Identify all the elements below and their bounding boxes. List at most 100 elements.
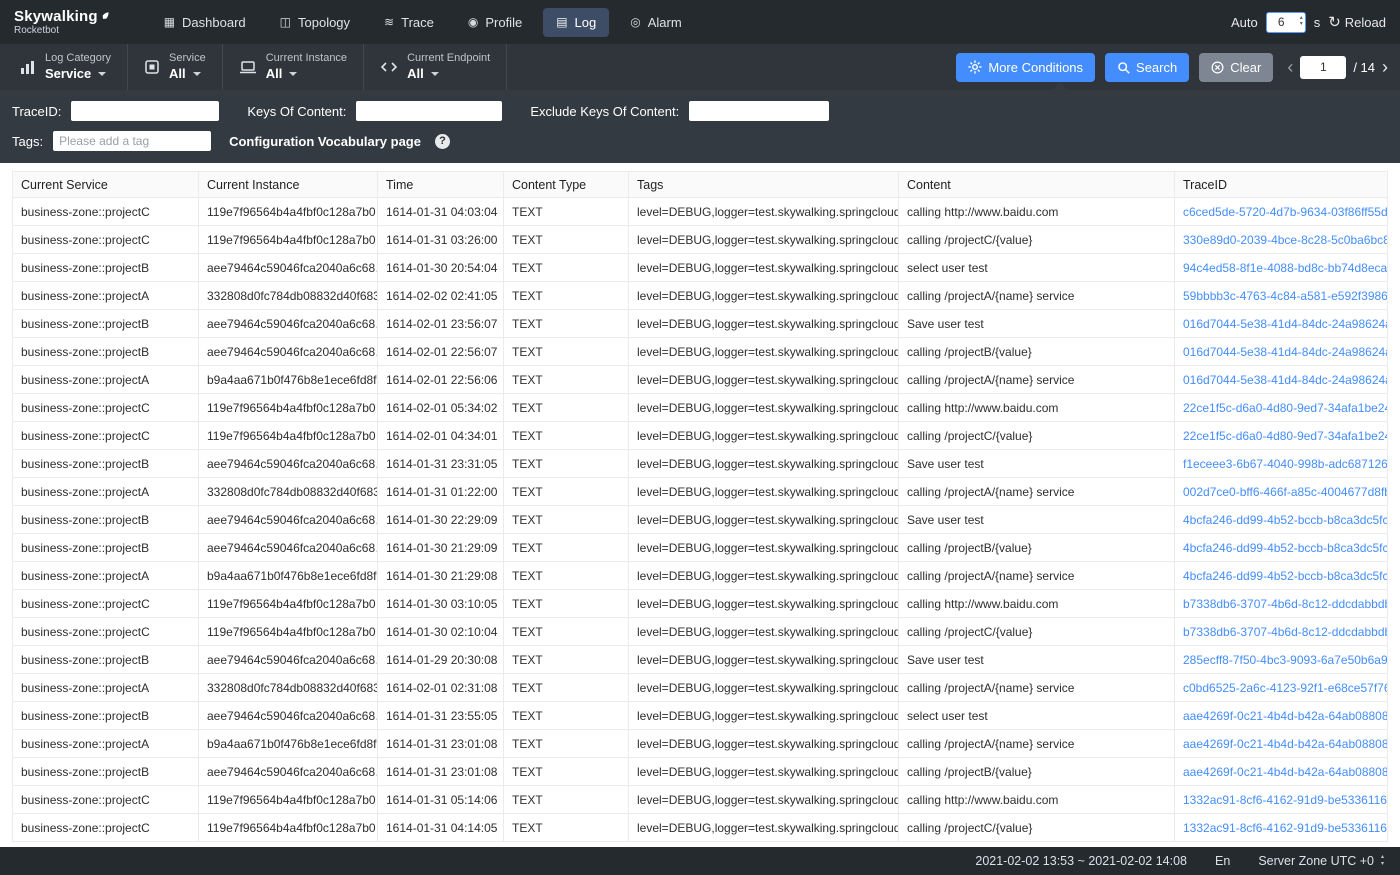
nav-item-topology[interactable]: ◫Topology (267, 8, 363, 37)
page-number-input[interactable] (1300, 56, 1346, 79)
nav-item-alarm[interactable]: ◎Alarm (617, 8, 694, 37)
nav-item-profile[interactable]: ◉Profile (455, 8, 535, 37)
skywalking-logo[interactable]: Skywalking Rocketbot (14, 8, 109, 37)
filter-row-tags: Tags: Configuration Vocabulary page ? (12, 131, 1388, 151)
traceid-cell[interactable]: 1332ac91-8cf6-4162-91d9-be53361168a9 (1175, 786, 1388, 814)
table-row: business-zone::projectC119e7f96564b4a4fb… (13, 394, 1388, 422)
prev-page-button[interactable]: ‹ (1287, 58, 1293, 76)
instance-cell: b9a4aa671b0f476b8e1ece6fd8f… (199, 366, 378, 394)
traceid-cell[interactable]: b7338db6-3707-4b6d-8c12-ddcdabbdb45a (1175, 618, 1388, 646)
language-toggle[interactable]: En (1215, 854, 1230, 868)
time-cell: 1614-02-02 02:41:05 (378, 282, 504, 310)
exclude-keys-input[interactable] (689, 101, 829, 121)
nav-item-dashboard[interactable]: ▦Dashboard (151, 8, 259, 37)
nav-item-label: Log (575, 15, 597, 30)
content-cell: Save user test (899, 646, 1175, 674)
traceid-cell[interactable]: aae4269f-0c21-4b4d-b42a-64ab08808ac8 (1175, 702, 1388, 730)
keys-of-content-input[interactable] (356, 101, 502, 121)
time-cell: 1614-01-30 02:10:04 (378, 618, 504, 646)
traceid-cell[interactable]: 59bbbb3c-4763-4c84-a581-e592f39865bd (1175, 282, 1388, 310)
instance-cell: aee79464c59046fca2040a6c68… (199, 534, 378, 562)
tags-cell: level=DEBUG,logger=test.skywalking.sprin… (629, 366, 899, 394)
traceid-cell[interactable]: 1332ac91-8cf6-4162-91d9-be53361168a9 (1175, 814, 1388, 842)
traceid-cell[interactable]: 285ecff8-7f50-4bc3-9093-6a7e50b6a9a3 (1175, 646, 1388, 674)
time-range-picker[interactable]: 2021-02-02 13:53 ~ 2021-02-02 14:08 (975, 854, 1187, 868)
logo-title: Skywalking (14, 8, 98, 25)
auto-stepper-icon[interactable]: ▴▾ (1300, 15, 1303, 29)
instance-cell: aee79464c59046fca2040a6c68… (199, 646, 378, 674)
time-cell: 1614-01-31 23:01:08 (378, 758, 504, 786)
content-type-cell: TEXT (504, 562, 629, 590)
tags-cell: level=DEBUG,logger=test.skywalking.sprin… (629, 590, 899, 618)
tags-cell: level=DEBUG,logger=test.skywalking.sprin… (629, 450, 899, 478)
traceid-cell[interactable]: 4bcfa246-dd99-4b52-bccb-b8ca3dc5fc94 (1175, 534, 1388, 562)
reload-label: Reload (1345, 15, 1386, 30)
next-page-button[interactable]: › (1382, 58, 1388, 76)
table-row: business-zone::projectAb9a4aa671b0f476b8… (13, 366, 1388, 394)
col-current-service: Current Service (13, 172, 199, 198)
tags-cell: level=DEBUG,logger=test.skywalking.sprin… (629, 646, 899, 674)
tags-cell: level=DEBUG,logger=test.skywalking.sprin… (629, 478, 899, 506)
time-cell: 1614-01-30 21:29:09 (378, 534, 504, 562)
traceid-cell[interactable]: c6ced5de-5720-4d7b-9634-03f86ff55d30 (1175, 198, 1388, 226)
reload-icon: ↻ (1328, 13, 1341, 31)
traceid-cell[interactable]: 22ce1f5c-d6a0-4d80-9ed7-34afa1be2490 (1175, 394, 1388, 422)
traceid-cell[interactable]: aae4269f-0c21-4b4d-b42a-64ab08808ac8 (1175, 730, 1388, 758)
help-icon[interactable]: ? (435, 134, 450, 149)
table-row: business-zone::projectAb9a4aa671b0f476b8… (13, 730, 1388, 758)
tags-cell: level=DEBUG,logger=test.skywalking.sprin… (629, 338, 899, 366)
content-type-cell: TEXT (504, 730, 629, 758)
content-type-cell: TEXT (504, 422, 629, 450)
tags-cell: level=DEBUG,logger=test.skywalking.sprin… (629, 422, 899, 450)
traceid-cell[interactable]: aae4269f-0c21-4b4d-b42a-64ab08808ac8 (1175, 758, 1388, 786)
nav-item-trace[interactable]: ≋Trace (371, 8, 447, 37)
service-cell: business-zone::projectA (13, 730, 199, 758)
traceid-input[interactable] (71, 101, 219, 121)
reload-button[interactable]: ↻ Reload (1328, 13, 1386, 31)
selector-value: All (169, 66, 186, 82)
clear-button[interactable]: Clear (1199, 53, 1273, 82)
server-zone-control[interactable]: Server Zone UTC +0 ▴▾ (1258, 854, 1384, 868)
content-type-cell: TEXT (504, 254, 629, 282)
vocabulary-link[interactable]: Configuration Vocabulary page (229, 134, 421, 149)
instance-cell: 332808d0fc784db08832d40f683… (199, 478, 378, 506)
nav-item-label: Trace (401, 15, 434, 30)
traceid-cell[interactable]: 4bcfa246-dd99-4b52-bccb-b8ca3dc5fc94 (1175, 562, 1388, 590)
instance-cell: 332808d0fc784db08832d40f683… (199, 282, 378, 310)
traceid-cell[interactable]: c0bd6525-2a6c-4123-92f1-e68ce57f767d (1175, 674, 1388, 702)
selector-service[interactable]: ServiceAll (128, 44, 223, 90)
content-type-cell: TEXT (504, 478, 629, 506)
traceid-cell[interactable]: 016d7044-5e38-41d4-84dc-24a98624a30e (1175, 338, 1388, 366)
content-cell: select user test (899, 254, 1175, 282)
traceid-cell[interactable]: 330e89d0-2039-4bce-8c28-5c0ba6bc8ce7 (1175, 226, 1388, 254)
instance-cell: aee79464c59046fca2040a6c68… (199, 254, 378, 282)
tags-input[interactable] (53, 131, 211, 151)
traceid-cell[interactable]: 4bcfa246-dd99-4b52-bccb-b8ca3dc5fc94 (1175, 506, 1388, 534)
traceid-cell[interactable]: 016d7044-5e38-41d4-84dc-24a98624a30e (1175, 366, 1388, 394)
traceid-cell[interactable]: b7338db6-3707-4b6d-8c12-ddcdabbdb45a (1175, 590, 1388, 618)
more-conditions-button[interactable]: More Conditions (956, 53, 1095, 82)
nav-item-log[interactable]: ▤Log (543, 8, 609, 37)
tags-cell: level=DEBUG,logger=test.skywalking.sprin… (629, 506, 899, 534)
traceid-cell[interactable]: 94c4ed58-8f1e-4088-bd8c-bb74d8eca703 (1175, 254, 1388, 282)
content-type-cell: TEXT (504, 226, 629, 254)
nav-item-label: Topology (298, 15, 350, 30)
traceid-cell[interactable]: f1eceee3-6b67-4040-998b-adc6871261c1 (1175, 450, 1388, 478)
traceid-cell[interactable]: 002d7ce0-bff6-466f-a85c-4004677d8fbf (1175, 478, 1388, 506)
selector-label: Service (169, 52, 206, 66)
traceid-cell[interactable]: 016d7044-5e38-41d4-84dc-24a98624a30e (1175, 310, 1388, 338)
chevron-down-icon (193, 72, 201, 76)
content-cell: select user test (899, 702, 1175, 730)
time-cell: 1614-01-29 20:30:08 (378, 646, 504, 674)
traceid-cell[interactable]: 22ce1f5c-d6a0-4d80-9ed7-34afa1be2490 (1175, 422, 1388, 450)
service-cell: business-zone::projectB (13, 450, 199, 478)
toolbar-actions: More Conditions Search Clear ‹ / 14 › (956, 44, 1400, 90)
selector-current-instance[interactable]: Current InstanceAll (223, 44, 364, 90)
content-type-cell: TEXT (504, 534, 629, 562)
zone-stepper-icon[interactable]: ▴▾ (1381, 854, 1384, 868)
selector-current-endpoint[interactable]: Current EndpointAll (364, 44, 507, 90)
instance-cell: 119e7f96564b4a4fbf0c128a7b0… (199, 814, 378, 842)
search-button[interactable]: Search (1105, 53, 1189, 82)
content-cell: calling /projectA/{name} service (899, 478, 1175, 506)
selector-log-category[interactable]: Log CategoryService (4, 44, 128, 90)
